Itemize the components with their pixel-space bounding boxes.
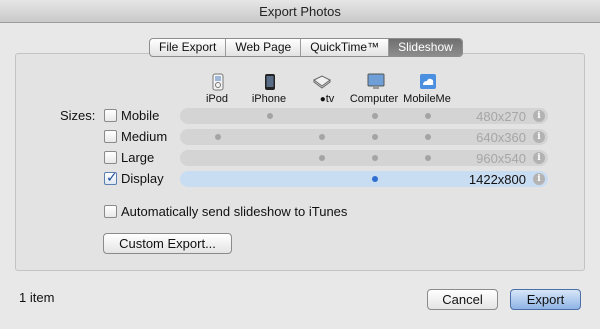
checkbox-auto-send[interactable] <box>104 205 117 218</box>
size-label-large: Large <box>121 150 155 165</box>
export-button[interactable]: Export <box>510 289 581 310</box>
size-bar-large[interactable]: 960x540 i <box>180 150 548 166</box>
size-bar-mobile[interactable]: 480x270 i <box>180 108 548 124</box>
tab-bar: File Export Web Page QuickTime™ Slidesho… <box>149 38 463 57</box>
ipod-icon <box>212 73 224 91</box>
cancel-button[interactable]: Cancel <box>427 289 498 310</box>
resolution-large: 960x540 <box>476 151 526 166</box>
apple-tv-icon <box>313 75 331 89</box>
resolution-display: 1422x800 <box>468 172 526 187</box>
sizes-label: Sizes: <box>60 108 96 123</box>
iphone-icon <box>265 74 275 90</box>
device-label-tv-text: tv <box>325 93 335 105</box>
checkbox-large[interactable] <box>104 151 117 164</box>
mobileme-icon <box>420 74 436 89</box>
tab-web-page[interactable]: Web Page <box>226 39 302 56</box>
compat-dot-computer <box>372 113 378 119</box>
info-icon[interactable]: i <box>533 131 545 143</box>
compat-dot-mobileme <box>425 134 431 140</box>
checkbox-mobile[interactable] <box>104 109 117 122</box>
window-title: Export Photos <box>0 0 600 23</box>
checkmark-icon: ✓ <box>106 169 118 185</box>
compat-dot-computer <box>372 155 378 161</box>
compat-dot-mobileme <box>425 113 431 119</box>
checkbox-display[interactable]: ✓ <box>104 169 118 185</box>
device-label-tv: ●tv <box>320 93 335 105</box>
compat-dot-apple-tv <box>319 155 325 161</box>
device-label-computer: Computer <box>349 93 399 105</box>
checkbox-medium[interactable] <box>104 130 117 143</box>
device-label-iphone: iPhone <box>251 93 287 105</box>
size-bar-medium[interactable]: 640x360 i <box>180 129 548 145</box>
size-label-display: Display <box>121 171 164 186</box>
tab-quicktime[interactable]: QuickTime™ <box>301 39 390 56</box>
size-label-medium: Medium <box>121 129 168 144</box>
item-count: 1 item <box>19 290 55 305</box>
compat-dot-apple-tv <box>319 134 325 140</box>
device-label-mobileme: MobileMe <box>403 93 451 105</box>
info-icon[interactable]: i <box>533 173 545 185</box>
custom-export-button[interactable]: Custom Export... <box>103 233 232 254</box>
tab-file-export[interactable]: File Export <box>150 39 227 56</box>
computer-icon <box>367 73 385 89</box>
size-label-mobile: Mobile <box>121 108 160 123</box>
compat-dot-computer <box>372 176 378 182</box>
resolution-mobile: 480x270 <box>476 109 526 124</box>
device-label-ipod: iPod <box>205 93 229 105</box>
resolution-medium: 640x360 <box>476 130 526 145</box>
compat-dot-ipod <box>215 134 221 140</box>
compat-dot-iphone <box>267 113 273 119</box>
auto-send-label: Automatically send slideshow to iTunes <box>121 204 348 219</box>
tab-slideshow[interactable]: Slideshow <box>389 39 462 56</box>
compat-dot-mobileme <box>425 155 431 161</box>
compat-dot-computer <box>372 134 378 140</box>
info-icon[interactable]: i <box>533 152 545 164</box>
size-bar-display[interactable]: 1422x800 i <box>180 171 548 187</box>
info-icon[interactable]: i <box>533 110 545 122</box>
